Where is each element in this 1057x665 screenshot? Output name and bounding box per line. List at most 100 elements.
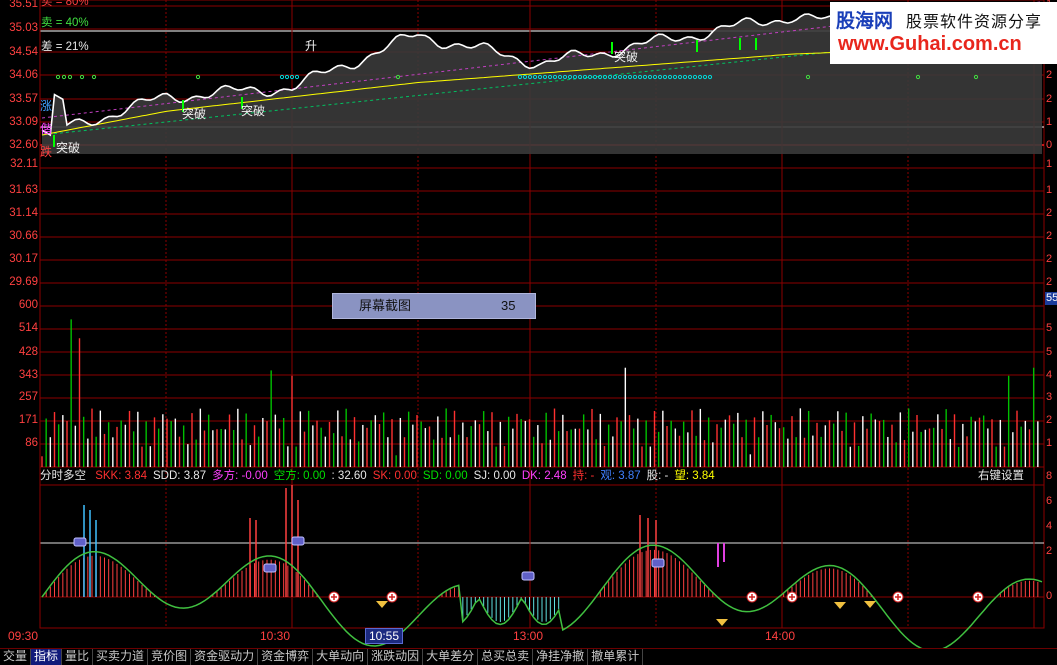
indicator-item-label: SDD: (153, 470, 181, 482)
price-tick-label: 35.03 (9, 22, 38, 34)
screenshot-tooltip[interactable]: 屏幕截图 35 (332, 293, 536, 319)
tab-1[interactable]: 指标 (31, 649, 63, 665)
indicator-item-label: : (331, 470, 335, 482)
indicator-item-value: 2.48 (544, 470, 567, 482)
indicator-item-value: 32.60 (337, 470, 367, 482)
signal-dot (55, 74, 61, 80)
indicator-item-label: DK: (521, 470, 541, 482)
right-click-settings[interactable]: 右键设置 (978, 468, 1024, 484)
right-tick-label: 4 (1046, 369, 1053, 381)
right-tick-label: 2 (1046, 207, 1053, 219)
volume-tick-label: 600 (18, 299, 38, 311)
right-tick-label: 5 (1046, 322, 1053, 334)
breakout-label: 突破 (56, 141, 81, 155)
indicator-item-label: 持: (572, 470, 588, 482)
indicator-header: 分时多空 SKK: 3.84 SDD: 3.87 多方: -0.00 空方: 0.00… (40, 468, 1044, 484)
sell-ratio: 卖 = 40% (41, 17, 89, 29)
price-tick-label: 31.14 (9, 207, 38, 219)
right-tick-label: 2 (1046, 545, 1053, 557)
right-tick-label: 1 (1046, 158, 1053, 170)
indicator-item-label: SJ: (473, 470, 491, 482)
signal-dot (294, 74, 300, 80)
volume-tick-label: 171 (18, 414, 38, 426)
indicator-item-label: SD: (422, 470, 443, 482)
indicator-item-value: 3.84 (124, 470, 148, 482)
tab-6[interactable]: 资金博弈 (258, 649, 314, 665)
indicator-item-value: 0.00 (303, 470, 326, 482)
signal-dot (284, 74, 290, 80)
volume-tick-label: 86 (25, 437, 38, 449)
right-tick-label: 1 (1046, 184, 1053, 196)
volume-tick-label: 514 (18, 322, 38, 334)
tab-8[interactable]: 涨跌动因 (368, 649, 424, 665)
tooltip-value: 35 (501, 298, 516, 313)
indicator-item-value: - (664, 470, 669, 482)
right-tick-label: 4 (1046, 520, 1053, 532)
volume-tick-label: 343 (18, 369, 38, 381)
tab-12[interactable]: 撤单累计 (588, 649, 644, 665)
signal-cup-icon (291, 536, 305, 546)
right-tick-label: 2 (1046, 69, 1053, 81)
signal-dot (195, 74, 201, 80)
tab-10[interactable]: 总买总卖 (478, 649, 534, 665)
signal-cup-icon (263, 563, 277, 573)
time-label: 13:00 (513, 629, 544, 643)
indicator-name: 分时多空 (40, 470, 86, 482)
tab-3[interactable]: 买卖力道 (93, 649, 149, 665)
cursor-time-label: 10:55 (365, 628, 404, 644)
tab-7[interactable]: 大单动向 (313, 649, 369, 665)
price-tick-label: 30.66 (9, 230, 38, 242)
signal-dot (67, 74, 73, 80)
right-tick-label: 2 (1046, 253, 1053, 265)
signal-bell-icon (716, 619, 728, 626)
indicator-item-label: 望: (674, 470, 690, 482)
price-tick-label: 30.17 (9, 253, 38, 265)
right-tick-label: 2 (1046, 93, 1053, 105)
tab-4[interactable]: 竞价图 (148, 649, 192, 665)
right-tick-label: 2 (1046, 276, 1053, 288)
breakout-label: 突破 (614, 50, 639, 64)
right-tick-label: 5 (1046, 346, 1053, 358)
brand-url: www.Guhai.com.cn (838, 33, 1022, 55)
indicator-item-label: 观: (600, 470, 616, 482)
indicator-tabs: 交量 指标 量比 买卖力道 竞价图 资金驱动力 资金博弈 大单动向 涨跌动因 大单差分 总买总卖 净挂… (0, 648, 1057, 665)
buy-ratio: 买 = 80% (41, 0, 89, 8)
tooltip-label: 屏幕截图 (359, 298, 412, 313)
signal-dot (61, 74, 67, 80)
indicator-item-value: 3.87 (618, 470, 641, 482)
signal-dot (79, 74, 85, 80)
price-tick-label: 31.63 (9, 184, 38, 196)
price-tick-label: 32.11 (10, 158, 38, 170)
indicator-item-value: -0.00 (241, 470, 268, 482)
indicator-item-value: 3.87 (183, 470, 207, 482)
indicator-item-value: - (590, 470, 595, 482)
volume-tick-label: 428 (18, 346, 38, 358)
side-mark-die: 跌 (40, 145, 53, 159)
tab-11[interactable]: 净挂净撤 (533, 649, 589, 665)
intraday-chart[interactable] (0, 0, 1057, 648)
indicator-item-label: SKK: (95, 470, 122, 482)
indicator-item-label: 股: (646, 470, 662, 482)
side-mark-zhang: 涨 (40, 99, 53, 113)
tab-9[interactable]: 大单差分 (423, 649, 479, 665)
signal-bell-icon (834, 602, 846, 609)
brand-watermark: 股海网 股票软件资源分享 www.Guhai.com.cn (830, 2, 1057, 64)
indicator-item-value: 0.00 (493, 470, 516, 482)
price-tick-label: 34.54 (9, 46, 38, 58)
tab-0[interactable]: 交量 (0, 649, 32, 665)
breakout-label: 突破 (241, 104, 266, 118)
price-tick-label: 33.09 (9, 116, 38, 128)
brand-slogan: 股票软件资源分享 (906, 12, 1043, 31)
time-label: 10:30 (260, 629, 291, 643)
right-tick-label: 6 (1046, 495, 1053, 507)
signal-cup-icon (73, 537, 87, 547)
tab-5[interactable]: 资金驱动力 (191, 649, 259, 665)
price-tick-label: 34.06 (9, 69, 38, 81)
signal-dot (279, 74, 285, 80)
indicator-item-value: 3.84 (692, 470, 715, 482)
right-tick-label: 3 (1046, 391, 1053, 403)
tab-2[interactable]: 量比 (62, 649, 94, 665)
indicator-item-label: SK: (372, 470, 392, 482)
breakout-label: 突破 (182, 107, 207, 121)
right-tick-label: 1 (1046, 437, 1053, 449)
